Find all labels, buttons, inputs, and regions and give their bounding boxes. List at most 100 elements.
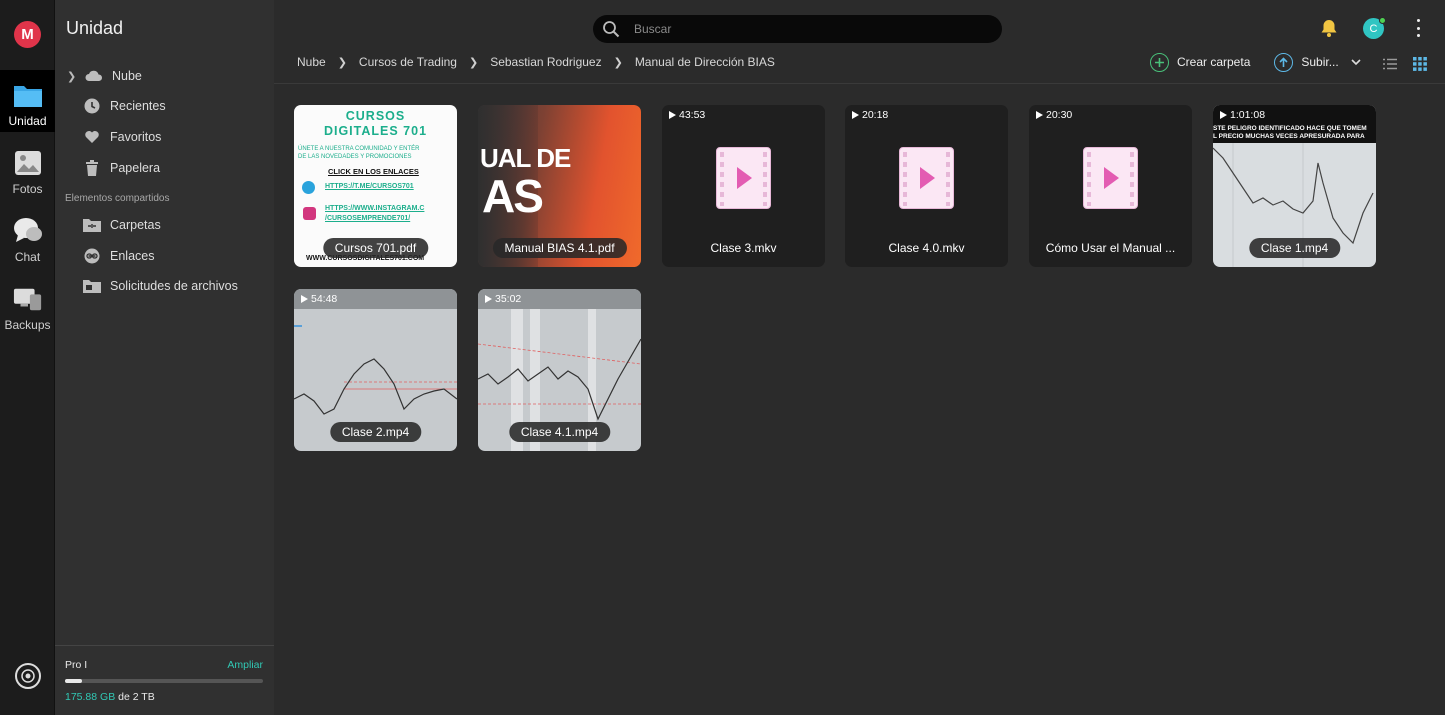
sidebar-item-recientes[interactable]: Recientes xyxy=(55,92,274,120)
video-duration: 35:02 xyxy=(485,293,521,305)
play-icon xyxy=(485,295,492,303)
promo-link: HTTPS://T.ME/CURSOS701 xyxy=(325,183,414,190)
video-file-icon xyxy=(899,147,954,209)
promo-text: DE LAS NOVEDADES Y PROMOCIONES xyxy=(298,154,412,160)
chat-icon xyxy=(13,216,43,246)
instagram-icon xyxy=(303,207,316,220)
play-icon xyxy=(669,111,676,119)
sidebar-item-favoritos[interactable]: Favoritos xyxy=(55,123,274,151)
storage-panel: Pro I Ampliar 175.88 GB de 2 TB xyxy=(55,645,274,715)
folder-icon xyxy=(13,80,43,110)
sidebar-item-carpetas[interactable]: Carpetas xyxy=(55,211,274,239)
mega-logo[interactable]: M xyxy=(14,21,41,48)
file-card[interactable]: CURSOS DIGITALES 701 ÚNETE A NUESTRA COM… xyxy=(294,105,457,267)
create-folder-label: Crear carpeta xyxy=(1177,55,1251,69)
sidebar-item-enlaces[interactable]: Enlaces xyxy=(55,242,274,270)
file-card[interactable]: UAL DE AS Manual BIAS 4.1.pdf xyxy=(478,105,641,267)
thumbnail-caption: STE PELIGRO IDENTIFICADO HACE QUE TOMEM xyxy=(1213,125,1367,132)
video-duration: 43:53 xyxy=(669,109,705,121)
promo-link: /CURSOSEMPRENDE701/ xyxy=(325,215,411,222)
rail-item-chat[interactable]: Chat xyxy=(0,206,55,268)
sidebar-item-nube[interactable]: ❯ Nube xyxy=(55,62,274,90)
breadcrumb-item[interactable]: Nube xyxy=(297,55,326,69)
trash-icon xyxy=(83,159,101,177)
upload-button[interactable]: Subir... xyxy=(1274,52,1361,72)
video-file-icon xyxy=(1083,147,1138,209)
rail-label: Unidad xyxy=(8,114,47,128)
breadcrumb: Nube ❯ Cursos de Trading ❯ Sebastian Rod… xyxy=(297,55,775,69)
sidebar-item-label: Enlaces xyxy=(110,249,155,263)
file-name: Clase 1.mp4 xyxy=(1248,238,1341,258)
rail-item-unidad[interactable]: Unidad xyxy=(0,70,55,132)
rail-item-fotos[interactable]: Fotos xyxy=(0,138,55,200)
file-card[interactable]: 35:02 Clase 4.1.mp4 xyxy=(478,289,641,451)
rail-label: Fotos xyxy=(12,182,43,196)
upload-arrow-icon xyxy=(1274,52,1294,72)
promo-link: HTTPS://WWW.INSTAGRAM.C xyxy=(325,205,425,212)
sidebar-item-label: Papelera xyxy=(110,161,161,175)
storage-used: 175.88 GB xyxy=(65,691,116,703)
file-name: Clase 2.mp4 xyxy=(329,422,422,442)
search-bar[interactable] xyxy=(593,15,1002,43)
file-card[interactable]: 43:53 Clase 3.mkv xyxy=(662,105,825,267)
breadcrumb-item[interactable]: Cursos de Trading xyxy=(359,55,457,69)
upgrade-link[interactable]: Ampliar xyxy=(227,659,263,671)
image-icon xyxy=(13,148,43,178)
storage-bar xyxy=(65,679,263,683)
search-icon xyxy=(602,20,620,38)
file-name: Manual BIAS 4.1.pdf xyxy=(492,238,627,258)
promo-text: ÚNETE A NUESTRA COMUNIDAD Y ENTÉR xyxy=(298,146,420,152)
promo-text: CLICK EN LOS ENLACES xyxy=(328,167,419,176)
rail-label: Chat xyxy=(14,250,41,264)
chevron-right-icon[interactable]: ❯ xyxy=(67,70,85,83)
rail-item-backups[interactable]: Backups xyxy=(0,274,55,336)
file-card[interactable]: 20:30 Cómo Usar el Manual ... xyxy=(1029,105,1192,267)
clock-icon xyxy=(83,97,101,115)
duration-text: 35:02 xyxy=(495,293,522,305)
view-toggle xyxy=(1381,55,1441,73)
storage-usage: 175.88 GB de 2 TB xyxy=(65,691,155,703)
file-card[interactable]: 54:48 Clase 2.mp4 xyxy=(294,289,457,451)
file-request-icon xyxy=(83,277,101,295)
transfer-manager-icon[interactable] xyxy=(15,663,41,689)
notifications-bell-icon[interactable] xyxy=(1319,18,1339,38)
breadcrumb-bar: Nube ❯ Cursos de Trading ❯ Sebastian Rod… xyxy=(274,52,1445,84)
file-card[interactable]: 20:18 Clase 4.0.mkv xyxy=(845,105,1008,267)
play-icon xyxy=(1036,111,1043,119)
main-content: C Nube ❯ Cursos de Trading ❯ Sebastian R… xyxy=(274,0,1445,715)
chevron-right-icon: ❯ xyxy=(468,56,479,69)
search-input[interactable] xyxy=(634,22,974,36)
heart-icon xyxy=(83,128,101,146)
file-card[interactable]: STE PELIGRO IDENTIFICADO HACE QUE TOMEM … xyxy=(1213,105,1376,267)
thumbnail-caption: L PRECIO MUCHAS VECES APRESURADA PARA xyxy=(1213,133,1365,140)
top-bar: C xyxy=(274,0,1445,52)
file-name: Cómo Usar el Manual ... xyxy=(1045,241,1176,255)
backups-icon xyxy=(13,284,43,314)
sidebar-item-label: Carpetas xyxy=(110,218,161,232)
sidebar-title: Unidad xyxy=(66,18,124,38)
storage-bar-fill xyxy=(65,679,83,683)
chevron-down-icon[interactable] xyxy=(1351,55,1361,69)
grid-view-icon[interactable] xyxy=(1411,55,1429,73)
avatar[interactable]: C xyxy=(1363,17,1386,39)
video-duration: 54:48 xyxy=(301,293,337,305)
promo-title: DIGITALES 701 xyxy=(323,124,428,138)
duration-text: 43:53 xyxy=(679,109,706,121)
file-name: Clase 3.mkv xyxy=(710,241,777,255)
list-view-icon[interactable] xyxy=(1381,55,1399,73)
app-rail: M Unidad Fotos Chat Backups xyxy=(0,0,55,715)
cloud-icon xyxy=(85,67,103,85)
more-options-icon[interactable] xyxy=(1411,19,1425,37)
breadcrumb-item-current: Manual de Dirección BIAS xyxy=(634,55,775,69)
sidebar-item-papelera[interactable]: Papelera xyxy=(55,154,274,182)
video-duration: 20:18 xyxy=(852,109,888,121)
sidebar-item-solicitudes[interactable]: Solicitudes de archivos xyxy=(55,272,274,300)
play-icon xyxy=(852,111,859,119)
telegram-icon xyxy=(302,181,315,194)
upload-label: Subir... xyxy=(1301,55,1339,69)
create-folder-button[interactable]: Crear carpeta xyxy=(1150,52,1251,72)
duration-text: 20:30 xyxy=(1046,109,1073,121)
sidebar-item-label: Nube xyxy=(112,69,142,83)
folder-actions: Crear carpeta Subir... xyxy=(1150,52,1385,72)
breadcrumb-item[interactable]: Sebastian Rodriguez xyxy=(490,55,601,69)
